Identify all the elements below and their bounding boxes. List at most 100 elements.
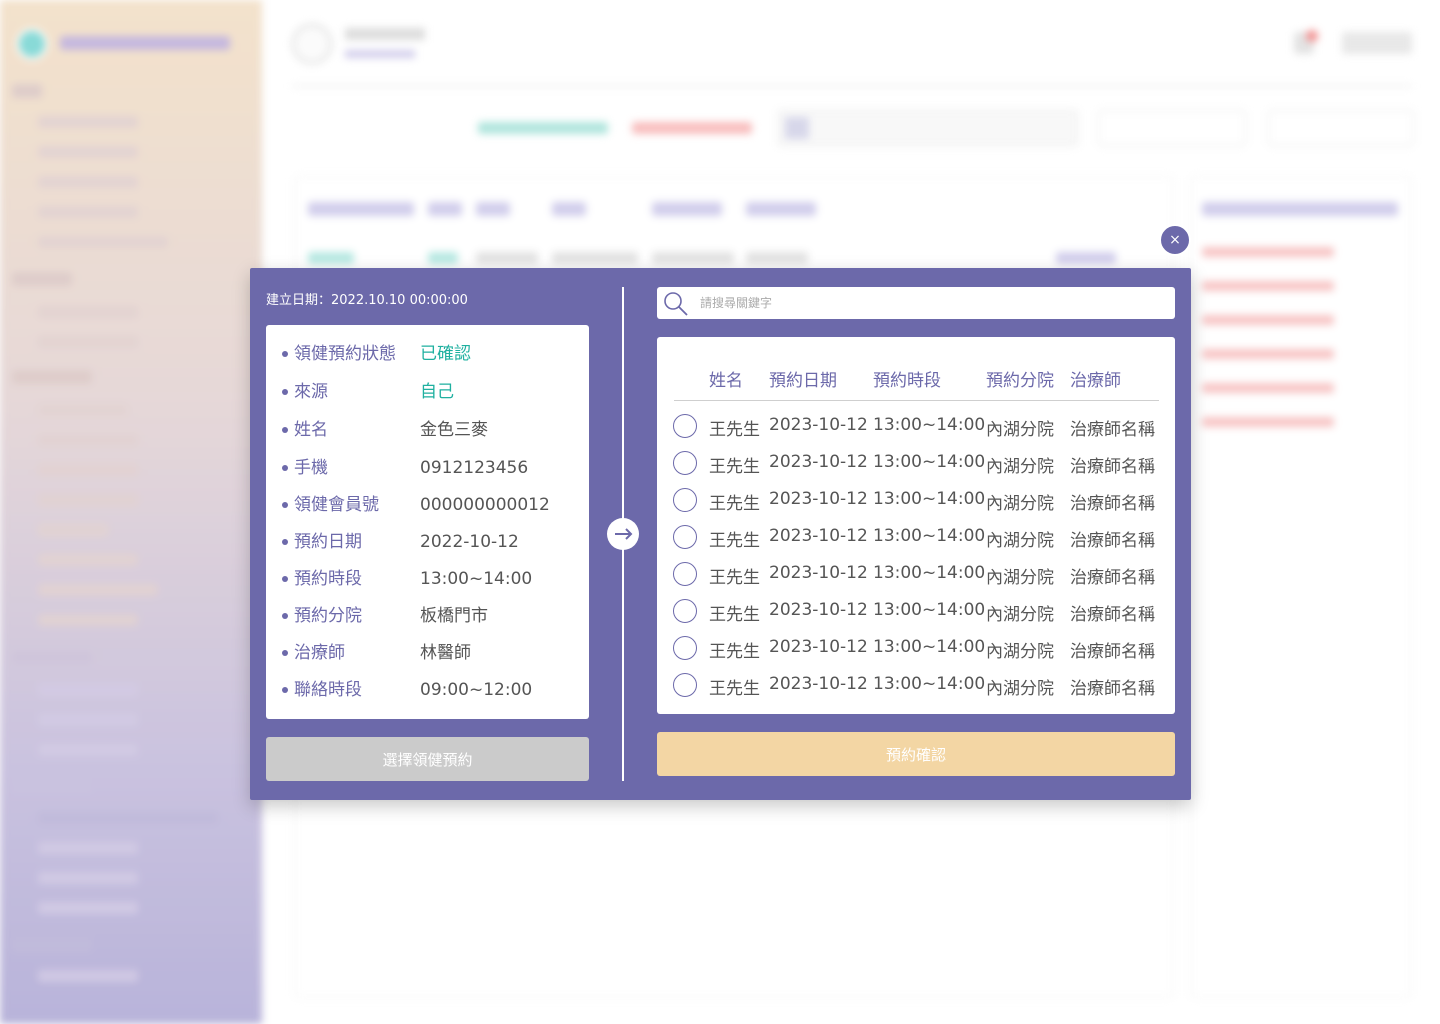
list-cell: 內湖分院 xyxy=(986,605,1054,625)
search-icon xyxy=(662,290,690,318)
created-date-label: 建立日期：2022.10.10 00:00:00 xyxy=(266,293,468,308)
list-cell: 治療師名稱 xyxy=(1070,642,1155,662)
list-item[interactable]: 王先生 2023-10-12 13:00~14:00 內湖分院 治療師名稱 xyxy=(670,559,1165,589)
list-cell: 內湖分院 xyxy=(986,420,1054,440)
bullet-icon xyxy=(282,576,288,582)
choose-booking-button[interactable]: 選擇領健預約 xyxy=(266,737,589,781)
bullet-icon xyxy=(282,427,288,433)
list-cell: 王先生 xyxy=(709,457,760,477)
list-item[interactable]: 王先生 2023-10-12 13:00~14:00 內湖分院 治療師名稱 xyxy=(670,485,1165,515)
list-cell: 治療師名稱 xyxy=(1070,568,1155,588)
list-item[interactable]: 王先生 2023-10-12 13:00~14:00 內湖分院 治療師名稱 xyxy=(670,522,1165,552)
list-item[interactable]: 王先生 2023-10-12 13:00~14:00 內湖分院 治療師名稱 xyxy=(670,670,1165,700)
list-cell: 13:00~14:00 xyxy=(873,674,986,694)
list-cell: 王先生 xyxy=(709,531,760,551)
info-label: 領健會員號 xyxy=(294,495,379,515)
list-cell: 13:00~14:00 xyxy=(873,415,986,435)
bullet-icon xyxy=(282,502,288,508)
list-cell: 13:00~14:00 xyxy=(873,563,986,583)
list-cell: 內湖分院 xyxy=(986,494,1054,514)
radio-icon[interactable] xyxy=(673,525,697,549)
list-item[interactable]: 王先生 2023-10-12 13:00~14:00 內湖分院 治療師名稱 xyxy=(670,448,1165,478)
list-item[interactable]: 王先生 2023-10-12 13:00~14:00 內湖分院 治療師名稱 xyxy=(670,596,1165,626)
list-cell: 內湖分院 xyxy=(986,679,1054,699)
info-value: 自己 xyxy=(420,382,454,402)
bullet-icon xyxy=(282,613,288,619)
info-label: 預約分院 xyxy=(294,606,362,626)
column-header: 預約分院 xyxy=(986,371,1054,391)
radio-icon[interactable] xyxy=(673,414,697,438)
list-cell: 治療師名稱 xyxy=(1070,605,1155,625)
close-button[interactable]: × xyxy=(1159,224,1191,256)
info-label: 手機 xyxy=(294,458,328,478)
list-cell: 內湖分院 xyxy=(986,642,1054,662)
list-cell: 內湖分院 xyxy=(986,568,1054,588)
column-header: 預約日期 xyxy=(769,371,837,391)
list-cell: 13:00~14:00 xyxy=(873,526,986,546)
radio-icon[interactable] xyxy=(673,673,697,697)
info-row: 領健會員號 000000000012 xyxy=(282,493,582,517)
bullet-icon xyxy=(282,351,288,357)
list-cell: 2023-10-12 xyxy=(769,637,868,657)
info-value: 000000000012 xyxy=(420,495,550,515)
info-row: 預約分院 板橋門市 xyxy=(282,604,582,628)
info-label: 來源 xyxy=(294,382,328,402)
list-item[interactable]: 王先生 2023-10-12 13:00~14:00 內湖分院 治療師名稱 xyxy=(670,411,1165,441)
list-cell: 2023-10-12 xyxy=(769,563,868,583)
info-label: 治療師 xyxy=(294,643,345,663)
info-row: 領健預約狀態 已確認 xyxy=(282,342,582,366)
bullet-icon xyxy=(282,389,288,395)
list-cell: 治療師名稱 xyxy=(1070,679,1155,699)
list-cell: 13:00~14:00 xyxy=(873,600,986,620)
list-cell: 王先生 xyxy=(709,494,760,514)
info-label: 聯絡時段 xyxy=(294,680,362,700)
list-cell: 2023-10-12 xyxy=(769,526,868,546)
info-row: 手機 0912123456 xyxy=(282,456,582,480)
radio-icon[interactable] xyxy=(673,451,697,475)
info-value: 0912123456 xyxy=(420,458,529,478)
list-cell: 2023-10-12 xyxy=(769,452,868,472)
list-cell: 王先生 xyxy=(709,420,760,440)
info-value: 林醫師 xyxy=(420,643,471,663)
list-cell: 2023-10-12 xyxy=(769,600,868,620)
list-cell: 治療師名稱 xyxy=(1070,531,1155,551)
info-row: 預約日期 2022-10-12 xyxy=(282,530,582,554)
list-cell: 2023-10-12 xyxy=(769,415,868,435)
column-header: 預約時段 xyxy=(873,371,941,391)
list-cell: 13:00~14:00 xyxy=(873,637,986,657)
column-header: 姓名 xyxy=(709,371,743,391)
info-row: 來源 自己 xyxy=(282,380,582,404)
info-value: 2022-10-12 xyxy=(420,532,519,552)
radio-icon[interactable] xyxy=(673,636,697,660)
bullet-icon xyxy=(282,687,288,693)
info-value: 已確認 xyxy=(420,344,471,364)
list-cell: 王先生 xyxy=(709,679,760,699)
list-cell: 王先生 xyxy=(709,605,760,625)
info-label: 預約時段 xyxy=(294,569,362,589)
info-row: 聯絡時段 09:00~12:00 xyxy=(282,678,582,702)
info-label: 領健預約狀態 xyxy=(294,344,396,364)
list-cell: 13:00~14:00 xyxy=(873,452,986,472)
close-icon: × xyxy=(1169,232,1181,248)
info-label: 姓名 xyxy=(294,420,328,440)
list-cell: 內湖分院 xyxy=(986,457,1054,477)
list-cell: 治療師名稱 xyxy=(1070,420,1155,440)
info-row: 預約時段 13:00~14:00 xyxy=(282,567,582,591)
radio-icon[interactable] xyxy=(673,488,697,512)
info-row: 姓名 金色三麥 xyxy=(282,418,582,442)
list-cell: 內湖分院 xyxy=(986,531,1054,551)
search-input[interactable] xyxy=(700,292,1160,314)
list-cell: 治療師名稱 xyxy=(1070,494,1155,514)
header-divider xyxy=(674,400,1159,401)
confirm-booking-button[interactable]: 預約確認 xyxy=(657,732,1175,776)
info-value: 板橋門市 xyxy=(420,606,488,626)
list-cell: 2023-10-12 xyxy=(769,489,868,509)
arrow-right-icon xyxy=(607,518,639,550)
list-cell: 王先生 xyxy=(709,642,760,662)
list-item[interactable]: 王先生 2023-10-12 13:00~14:00 內湖分院 治療師名稱 xyxy=(670,633,1165,663)
radio-icon[interactable] xyxy=(673,599,697,623)
list-cell: 王先生 xyxy=(709,568,760,588)
column-header: 治療師 xyxy=(1070,371,1121,391)
radio-icon[interactable] xyxy=(673,562,697,586)
list-cell: 13:00~14:00 xyxy=(873,489,986,509)
